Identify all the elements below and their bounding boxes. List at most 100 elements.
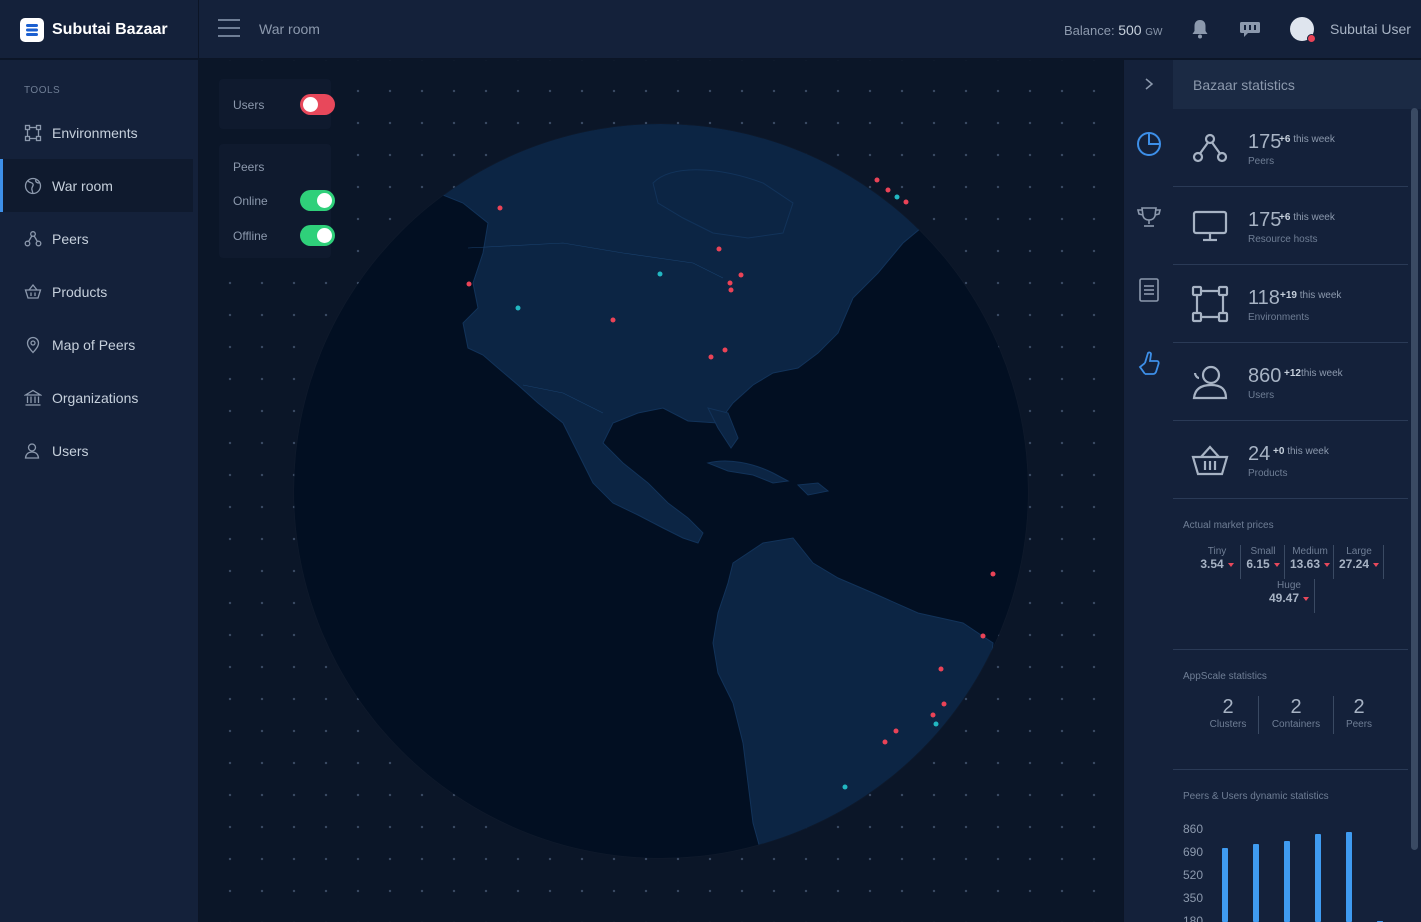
sidebar-item-war-room[interactable]: War room — [0, 159, 193, 212]
stats-title: Bazaar statistics — [1193, 77, 1295, 93]
balance-label: Balance: — [1064, 23, 1119, 38]
war-room-map[interactable]: Users Peers Online Offline — [200, 60, 1122, 922]
stat-delta: +12this week — [1284, 368, 1343, 379]
sidebar-item-organizations[interactable]: Organizations — [0, 371, 199, 424]
user-avatar[interactable] — [1290, 17, 1316, 43]
offline-peer-marker[interactable] — [727, 280, 733, 286]
brand-name: Subutai Bazaar — [52, 20, 168, 38]
sidebar-item-label: Organizations — [52, 389, 139, 406]
balance-unit: GW — [1145, 27, 1163, 38]
sidebar-item-label: Peers — [52, 230, 89, 247]
environments-icon — [1191, 285, 1229, 323]
divider — [1333, 545, 1334, 579]
appscale-value: 2 — [1290, 696, 1302, 718]
offline-peer-marker[interactable] — [980, 633, 986, 639]
offline-peer-marker[interactable] — [938, 666, 944, 672]
appscale-value: 2 — [1353, 696, 1365, 718]
offline-peer-marker[interactable] — [930, 712, 936, 718]
appscale-value: 2 — [1222, 696, 1234, 718]
hamburger-menu-icon[interactable] — [218, 19, 240, 39]
dynamic-stats-title: Peers & Users dynamic statistics — [1183, 791, 1329, 802]
stats-scrollbar[interactable] — [1411, 108, 1418, 850]
offline-peer-marker[interactable] — [990, 571, 996, 577]
price-huge: Huge 49.47 — [1265, 580, 1313, 605]
users-toggle[interactable] — [300, 94, 335, 115]
sidebar-item-peers[interactable]: Peers — [0, 212, 199, 265]
stat-delta: +0 this week — [1273, 446, 1329, 457]
notifications-bell-icon[interactable] — [1190, 18, 1210, 45]
environments-icon — [24, 124, 42, 142]
offline-peer-marker[interactable] — [716, 246, 722, 252]
offline-peer-marker[interactable] — [903, 199, 909, 205]
basket-icon — [24, 283, 42, 301]
brand[interactable]: Subutai Bazaar — [0, 0, 199, 59]
sidebar-item-environments[interactable]: Environments — [0, 106, 199, 159]
price-down-icon — [1227, 563, 1234, 568]
offline-peer-marker[interactable] — [728, 287, 734, 293]
stat-label: Environments — [1248, 312, 1310, 323]
appscale-peers: 2 Peers — [1337, 696, 1381, 730]
monitor-icon — [1191, 207, 1229, 245]
stat-label: Resource hosts — [1248, 234, 1318, 245]
offline-peer-marker[interactable] — [708, 354, 714, 360]
price-value: 27.24 — [1338, 557, 1370, 571]
peers-icon — [24, 230, 42, 248]
stat-card-environments: 118 +19 this week Environments — [1173, 265, 1408, 343]
trophy-icon[interactable] — [1135, 203, 1163, 231]
sidebar-item-map-of-peers[interactable]: Map of Peers — [0, 318, 199, 371]
sidebar-item-label: Products — [52, 283, 108, 300]
appscale-label: Peers — [1345, 719, 1373, 730]
document-icon[interactable] — [1135, 276, 1163, 304]
organization-icon — [24, 389, 42, 407]
status-dot — [1307, 34, 1316, 43]
stat-card-peers: 175 +6 this week Peers — [1173, 109, 1408, 187]
section-divider — [1173, 649, 1408, 650]
online-peer-marker[interactable] — [894, 194, 900, 200]
offline-peer-marker[interactable] — [722, 347, 728, 353]
globe[interactable] — [293, 123, 1029, 859]
price-name: Huge — [1277, 580, 1301, 591]
offline-peer-marker[interactable] — [738, 272, 744, 278]
online-peer-marker[interactable] — [933, 721, 939, 727]
divider — [1284, 545, 1285, 579]
stat-value: 24 — [1248, 443, 1271, 465]
offline-peer-marker[interactable] — [885, 187, 891, 193]
y-tick-label: 690 — [1183, 845, 1204, 859]
messages-icon[interactable] — [1238, 19, 1262, 44]
offline-peer-marker[interactable] — [497, 205, 503, 211]
offline-peer-marker[interactable] — [893, 728, 899, 734]
chart-bar — [1222, 847, 1228, 922]
price-value: 49.47 — [1268, 591, 1300, 605]
offline-peer-marker[interactable] — [941, 701, 947, 707]
thumbs-up-icon[interactable] — [1135, 349, 1163, 377]
divider — [1383, 545, 1384, 579]
basket-icon — [1191, 441, 1229, 479]
appscale-containers: 2 Containers — [1265, 696, 1327, 730]
y-tick-label: 350 — [1183, 891, 1204, 905]
online-peer-marker[interactable] — [657, 271, 663, 277]
top-bar: Subutai Bazaar War room Balance: 500 GW … — [0, 0, 1421, 59]
price-value: 6.15 — [1246, 557, 1270, 571]
offline-peer-marker[interactable] — [610, 317, 616, 323]
sidebar-item-users[interactable]: Users — [0, 424, 199, 477]
divider — [1314, 579, 1315, 613]
online-peer-marker[interactable] — [842, 784, 848, 790]
collapse-chevron-icon[interactable] — [1135, 70, 1163, 98]
sidebar-item-label: Users — [52, 442, 89, 459]
offline-peer-marker[interactable] — [882, 739, 888, 745]
price-name: Small — [1250, 546, 1276, 557]
chart-bar — [1315, 834, 1321, 922]
balance: Balance: 500 GW — [1064, 22, 1162, 38]
sidebar-item-products[interactable]: Products — [0, 265, 199, 318]
user-name[interactable]: Subutai User — [1330, 21, 1411, 37]
price-tiny: Tiny 3.54 — [1197, 546, 1237, 571]
stat-delta: +6 this week — [1279, 134, 1335, 145]
offline-peer-marker[interactable] — [466, 281, 472, 287]
price-name: Medium — [1292, 546, 1328, 557]
tools-section-label: TOOLS — [24, 85, 61, 96]
pie-chart-icon[interactable] — [1135, 130, 1163, 158]
stat-card-resource-hosts: 175 +6 this week Resource hosts — [1173, 187, 1408, 265]
online-peer-marker[interactable] — [515, 305, 521, 311]
appscale-title: AppScale statistics — [1183, 671, 1267, 682]
offline-peer-marker[interactable] — [874, 177, 880, 183]
